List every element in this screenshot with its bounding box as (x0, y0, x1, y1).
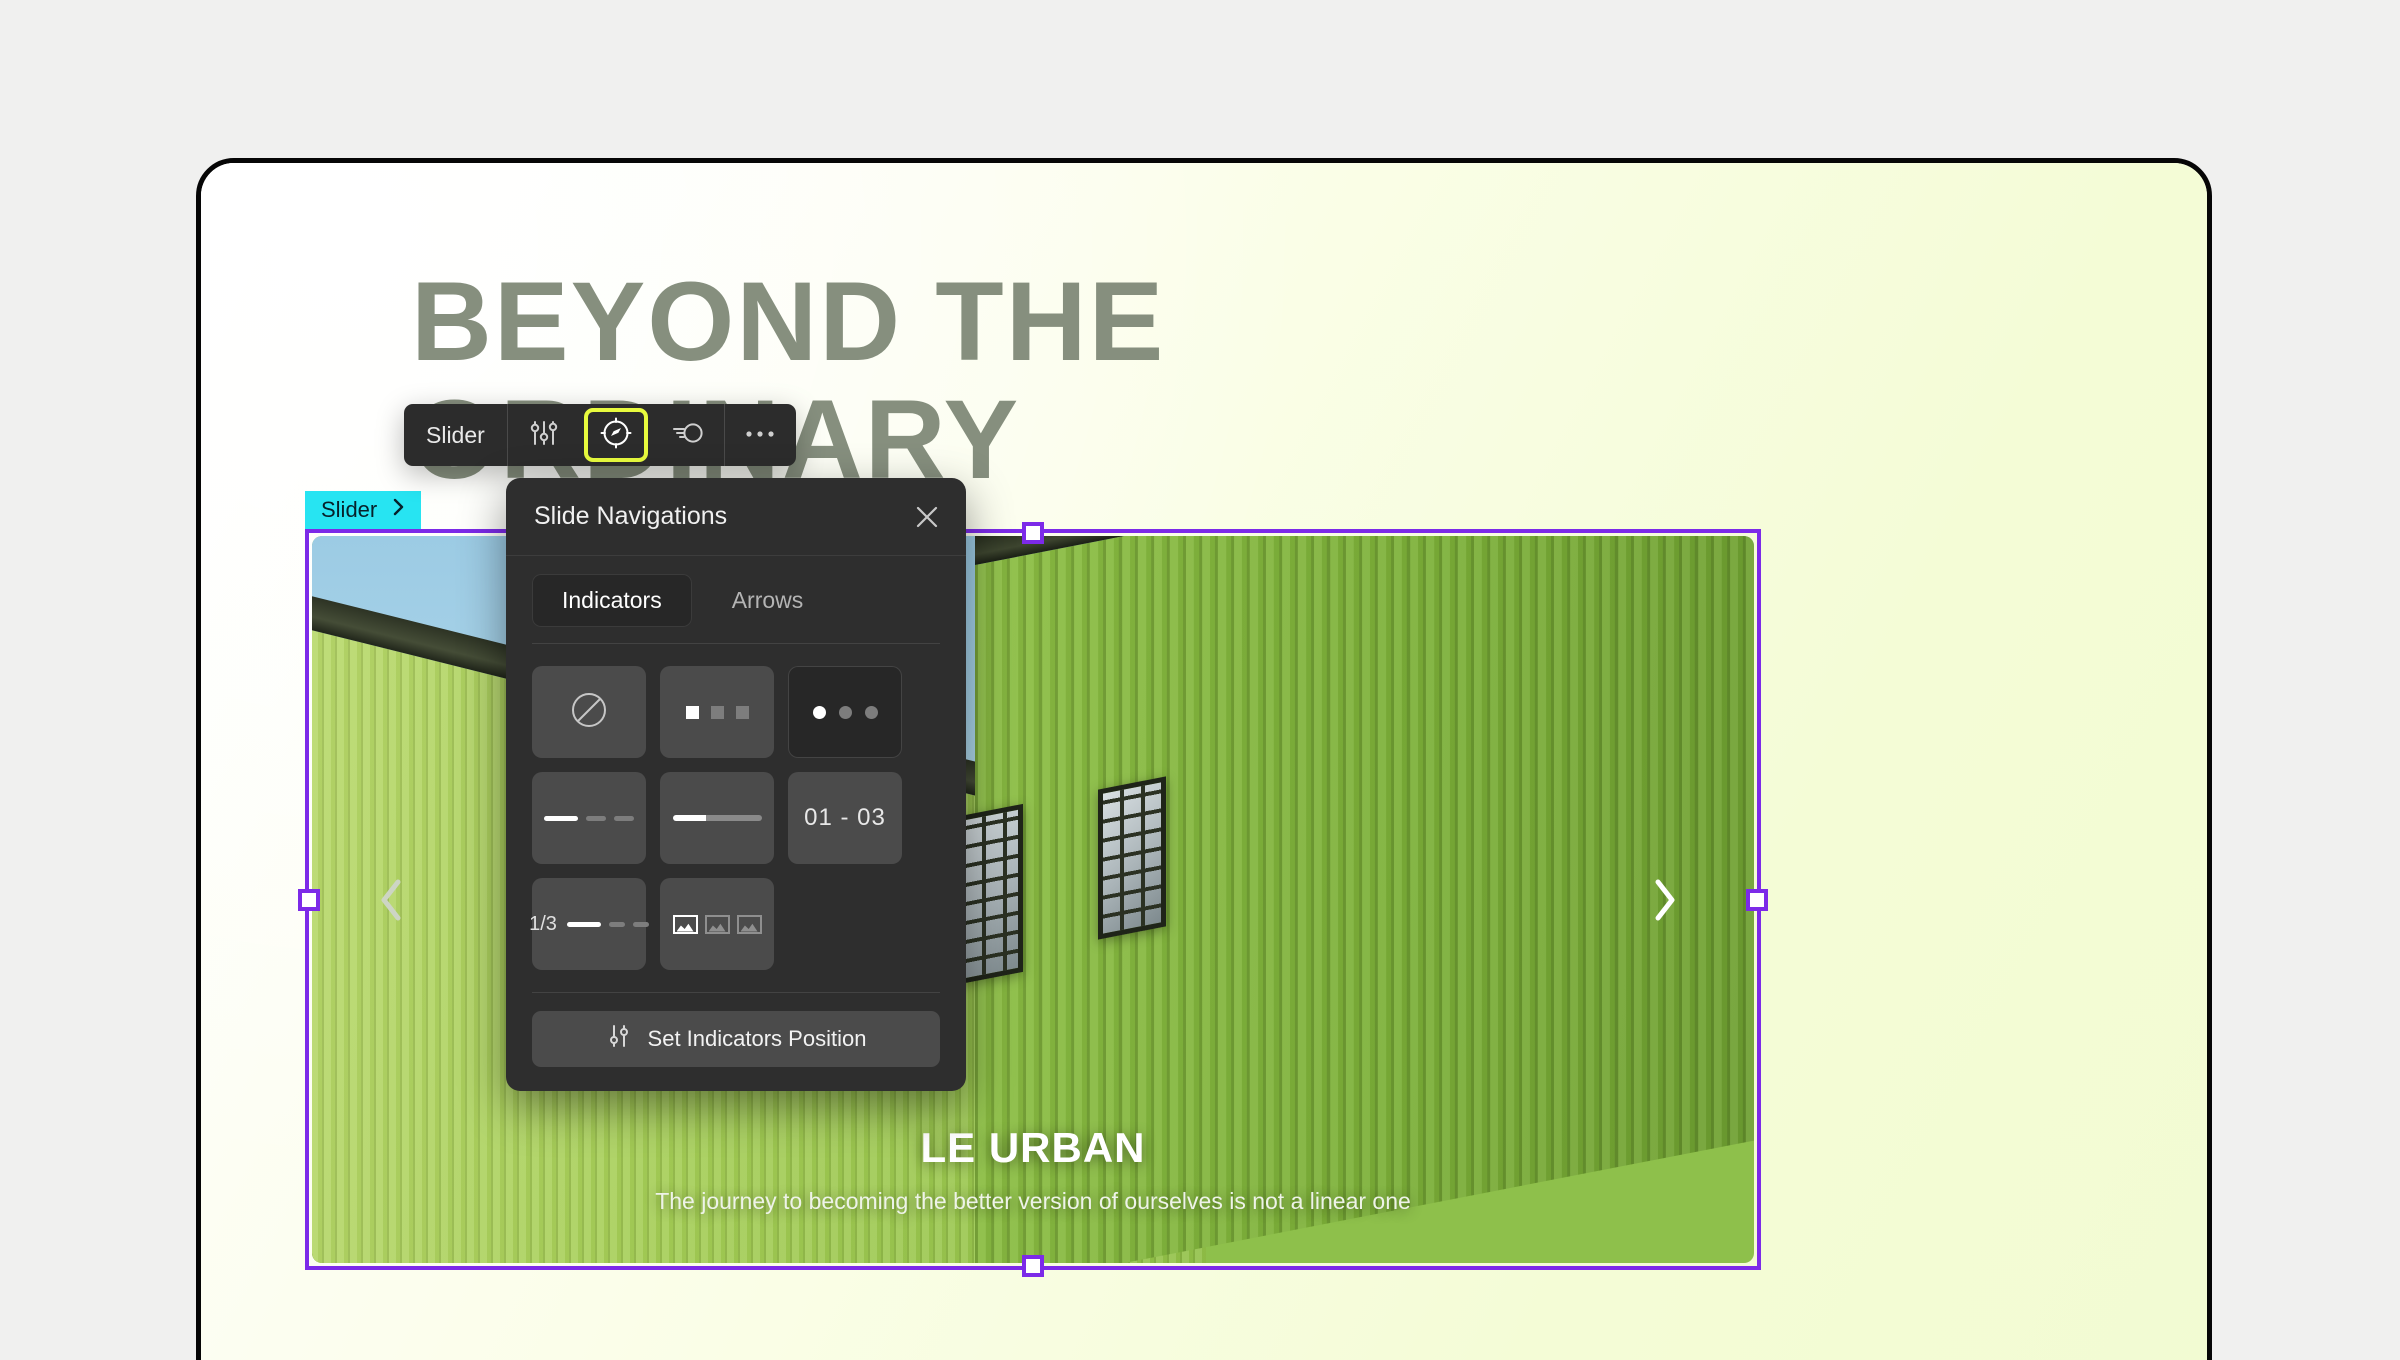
indicator-option-none[interactable] (532, 666, 646, 758)
counter-text: 01 - 03 (804, 804, 886, 831)
chevron-right-icon (391, 497, 407, 523)
sliders-icon (606, 1023, 632, 1055)
toolbar-more-button[interactable] (723, 404, 796, 466)
progress-bar-icon (672, 815, 762, 821)
slide-prev-arrow[interactable] (360, 869, 422, 931)
resize-handle-bottom[interactable] (1022, 1255, 1044, 1277)
resize-handle-right[interactable] (1746, 888, 1768, 911)
set-indicators-position-button[interactable]: Set Indicators Position (532, 1011, 940, 1067)
resize-handle-left[interactable] (298, 888, 320, 911)
grid-empty-cell (788, 878, 902, 970)
element-toolbar: Slider (404, 404, 796, 466)
slide-next-arrow[interactable] (1634, 869, 1696, 931)
settings-sliders-icon (529, 418, 559, 453)
no-indicator-icon (568, 689, 610, 736)
squares-icon (685, 705, 749, 719)
compass-icon (600, 417, 632, 454)
toolbar-motion-button[interactable] (652, 404, 724, 466)
dots-icon (812, 705, 878, 719)
tab-arrows[interactable]: Arrows (702, 574, 834, 627)
close-icon (914, 506, 940, 534)
more-options-icon (745, 426, 775, 444)
motion-icon (671, 419, 705, 452)
panel-header: Slide Navigations (506, 478, 966, 556)
indicator-option-squares[interactable] (660, 666, 774, 758)
thumbnails-icon (672, 914, 762, 934)
indicator-option-thumbnails[interactable] (660, 878, 774, 970)
set-indicators-position-label: Set Indicators Position (647, 1026, 867, 1051)
widget-label-badge[interactable]: Slider (305, 491, 422, 529)
dashes-icon (544, 815, 634, 821)
widget-label-text: Slider (321, 497, 378, 522)
panel-tabs: Indicators Arrows (506, 556, 966, 627)
slide-navigations-panel: Slide Navigations Indicators Arrows 01 -… (506, 478, 966, 1091)
building-window (1097, 776, 1166, 940)
indicator-option-progress[interactable] (660, 772, 774, 864)
footer-divider (532, 992, 940, 993)
indicator-option-fraction[interactable]: 1/3 (529, 878, 649, 970)
fraction-text: 1/3 (529, 912, 557, 935)
toolbar-element-label: Slider (404, 404, 508, 466)
resize-handle-top[interactable] (1022, 522, 1044, 544)
device-frame: BEYOND THE ORDINARY Slider (196, 158, 2212, 1360)
toolbar-settings-button[interactable] (508, 404, 580, 466)
indicator-option-counter[interactable]: 01 - 03 (788, 772, 902, 864)
indicator-option-dashes[interactable] (532, 772, 646, 864)
screen: BEYOND THE ORDINARY Slider (0, 0, 2400, 1360)
panel-title: Slide Navigations (534, 502, 728, 530)
fraction-dashes-icon: 1/3 (529, 913, 649, 936)
indicator-option-dots[interactable] (788, 666, 902, 758)
toolbar-slide-navigations-button[interactable] (580, 404, 652, 466)
indicator-options-grid: 01 - 03 1/3 (506, 644, 966, 974)
panel-close-button[interactable] (914, 504, 940, 530)
tab-indicators[interactable]: Indicators (532, 574, 692, 627)
panel-footer: Set Indicators Position (506, 974, 966, 1091)
